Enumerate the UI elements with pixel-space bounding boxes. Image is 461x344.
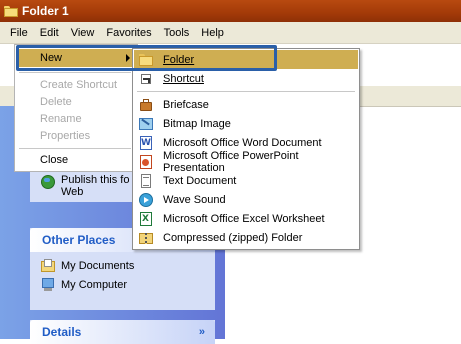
menu-edit[interactable]: Edit xyxy=(34,24,65,42)
details-panel: Details » xyxy=(30,320,215,344)
my-computer-link[interactable]: My Computer xyxy=(40,275,209,294)
new-submenu: Folder Shortcut Briefcase Bitmap Image M… xyxy=(132,48,360,250)
text-document-icon xyxy=(138,173,154,189)
new-text-document-item[interactable]: Text Document xyxy=(134,171,358,190)
menu-favorites[interactable]: Favorites xyxy=(100,24,157,42)
new-briefcase-item[interactable]: Briefcase xyxy=(134,95,358,114)
bitmap-icon xyxy=(138,116,154,132)
delete-label: Delete xyxy=(40,96,72,108)
shortcut-icon xyxy=(138,71,154,87)
file-menu-close[interactable]: Close xyxy=(16,151,136,169)
excel-icon xyxy=(138,211,154,227)
window-title: Folder 1 xyxy=(22,4,69,18)
folder-icon xyxy=(4,5,18,17)
powerpoint-icon xyxy=(138,154,154,170)
create-shortcut-label: Create Shortcut xyxy=(40,79,118,91)
file-menu-delete[interactable]: Delete xyxy=(16,93,136,111)
globe-icon xyxy=(40,174,56,190)
excel-label: Microsoft Office Excel Worksheet xyxy=(163,212,325,225)
new-shortcut-item[interactable]: Shortcut xyxy=(134,69,358,88)
text-document-label: Text Document xyxy=(163,174,237,187)
word-document-icon xyxy=(138,135,154,151)
my-computer-icon xyxy=(40,277,56,293)
new-excel-item[interactable]: Microsoft Office Excel Worksheet xyxy=(134,209,358,228)
properties-label: Properties xyxy=(40,130,91,142)
wave-sound-icon xyxy=(138,192,154,208)
word-label: Microsoft Office Word Document xyxy=(163,136,322,149)
file-menu-properties[interactable]: Properties xyxy=(16,127,136,145)
menu-separator xyxy=(19,148,131,149)
menu-help[interactable]: Help xyxy=(195,24,230,42)
file-menu-rename[interactable]: Rename xyxy=(16,110,136,128)
window-title-bar[interactable]: Folder 1 xyxy=(0,0,461,22)
rename-label: Rename xyxy=(40,113,82,125)
close-label: Close xyxy=(40,154,69,166)
briefcase-label: Briefcase xyxy=(163,98,209,111)
details-header[interactable]: Details » xyxy=(30,320,215,344)
menu-separator xyxy=(137,91,355,92)
bitmap-label: Bitmap Image xyxy=(163,117,231,130)
menu-tools[interactable]: Tools xyxy=(158,24,196,42)
new-zip-folder-item[interactable]: Compressed (zipped) Folder xyxy=(134,228,358,247)
publish-text: Publish this fo xyxy=(61,174,130,186)
new-powerpoint-item[interactable]: Microsoft Office PowerPoint Presentation xyxy=(134,149,358,174)
my-documents-icon xyxy=(40,258,56,274)
my-documents-label: My Documents xyxy=(61,259,135,272)
new-shortcut-label: Shortcut xyxy=(163,72,204,85)
file-menu-create-shortcut[interactable]: Create Shortcut xyxy=(16,76,136,94)
zip-folder-label: Compressed (zipped) Folder xyxy=(163,231,303,244)
briefcase-icon xyxy=(138,97,154,113)
menu-separator xyxy=(19,72,131,73)
publish-text-web: Web xyxy=(61,186,84,198)
menu-view[interactable]: View xyxy=(65,24,101,42)
wave-sound-label: Wave Sound xyxy=(163,193,226,206)
menu-bar: File Edit View Favorites Tools Help xyxy=(0,22,461,44)
menu-file[interactable]: File xyxy=(4,24,34,42)
chevron-down-icon[interactable]: » xyxy=(199,326,205,338)
callout-highlight-box xyxy=(16,45,277,71)
new-bitmap-item[interactable]: Bitmap Image xyxy=(134,114,358,133)
zip-folder-icon xyxy=(138,230,154,246)
new-wave-sound-item[interactable]: Wave Sound xyxy=(134,190,358,209)
powerpoint-label: Microsoft Office PowerPoint Presentation xyxy=(163,149,299,174)
details-title: Details xyxy=(42,325,82,339)
my-documents-link[interactable]: My Documents xyxy=(40,256,209,275)
other-places-title: Other Places xyxy=(42,233,116,247)
my-computer-label: My Computer xyxy=(61,278,128,291)
